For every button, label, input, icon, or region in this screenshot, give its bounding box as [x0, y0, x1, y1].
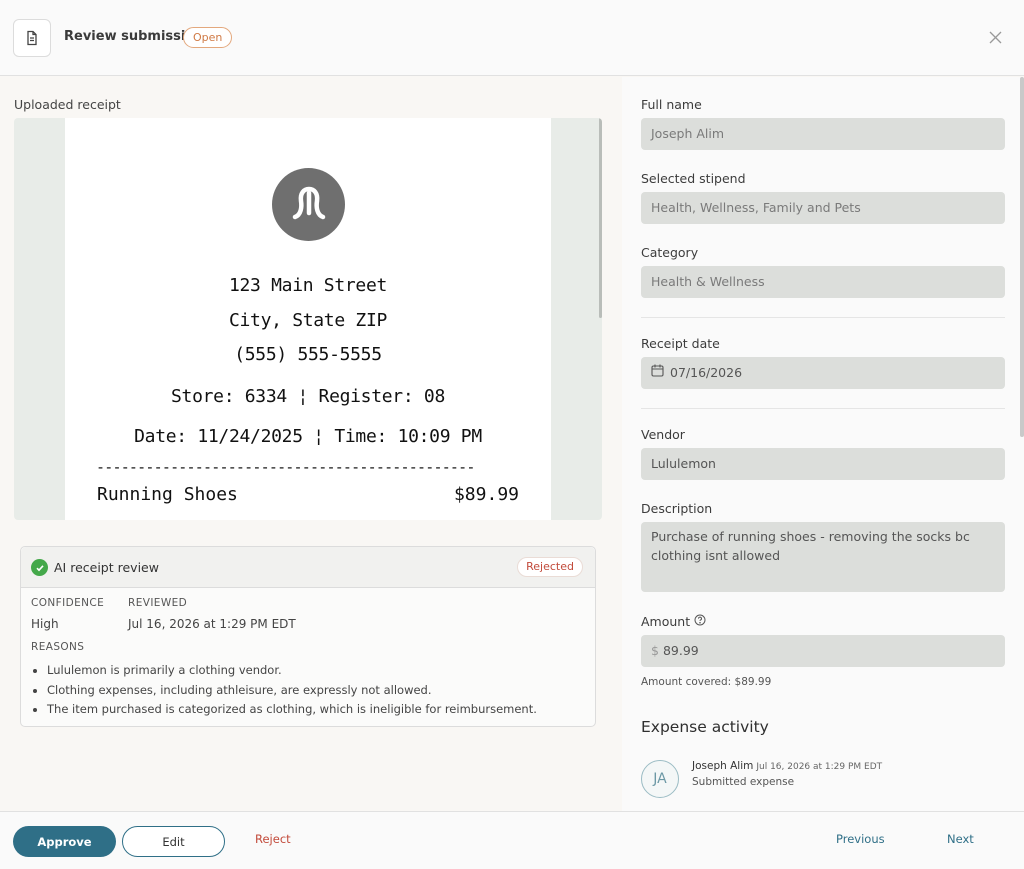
modal-header: Review submission Open: [0, 0, 1024, 76]
amount-covered: Amount covered: $89.99: [641, 676, 772, 688]
lululemon-logo-icon: [272, 168, 345, 241]
status-badge: Open: [183, 27, 233, 48]
reject-button[interactable]: Reject: [255, 832, 291, 846]
check-circle-icon: [31, 559, 48, 576]
receipt-item-price: $89.99: [453, 484, 519, 505]
document-icon: [13, 19, 51, 57]
activity-author-name: Joseph Alim: [692, 760, 754, 772]
confidence-value: High: [31, 617, 59, 631]
receipt-label: Uploaded receipt: [14, 97, 121, 112]
receipt-date-line: Date: 11/24/2025 ¦ Time: 10:09 PM: [134, 426, 482, 447]
receipt-date-label: Receipt date: [641, 336, 720, 351]
ai-review-title: AI receipt review: [54, 560, 159, 575]
activity-time: Jul 16, 2026 at 1:29 PM EDT: [756, 762, 883, 772]
amount-label: Amount: [641, 614, 706, 629]
full-name-field[interactable]: Joseph Alim: [641, 118, 1005, 150]
stipend-field[interactable]: Health, Wellness, Family and Pets: [641, 192, 1005, 224]
reason-item: Clothing expenses, including athleisure,…: [47, 681, 587, 701]
receipt-date-value: 07/16/2026: [670, 365, 743, 380]
activity-author: Joseph Alim Jul 16, 2026 at 1:29 PM EDT: [692, 760, 882, 772]
next-button[interactable]: Next: [947, 832, 974, 846]
divider: [641, 317, 1005, 318]
action-footer: Approve Edit Reject Previous Next: [0, 811, 1024, 869]
category-field[interactable]: Health & Wellness: [641, 266, 1005, 298]
details-panel: Full name Joseph Alim Selected stipend H…: [622, 77, 1024, 811]
confidence-label: CONFIDENCE: [31, 597, 105, 609]
avatar: JA: [641, 760, 679, 798]
receipt-store-line: Store: 6334 ¦ Register: 08: [171, 386, 445, 407]
approve-button[interactable]: Approve: [13, 826, 116, 857]
stipend-label: Selected stipend: [641, 171, 746, 186]
activity-action: Submitted expense: [692, 776, 795, 788]
help-circle-icon[interactable]: [694, 614, 706, 629]
vendor-label: Vendor: [641, 427, 685, 442]
reviewed-value: Jul 16, 2026 at 1:29 PM EDT: [128, 617, 296, 631]
receipt-address-line2: City, State ZIP: [228, 310, 388, 331]
ai-review-status-badge: Rejected: [517, 557, 583, 577]
amount-field[interactable]: $ 89.99: [641, 635, 1005, 667]
description-label: Description: [641, 501, 713, 516]
full-name-label: Full name: [641, 97, 702, 112]
description-field[interactable]: Purchase of running shoes - removing the…: [641, 522, 1005, 592]
close-icon[interactable]: [985, 27, 1005, 47]
amount-label-text: Amount: [641, 614, 691, 629]
activity-title: Expense activity: [641, 718, 769, 736]
receipt-phone: (555) 555-5555: [234, 344, 382, 365]
reasons-label: REASONS: [31, 641, 85, 653]
receipt-image: 123 Main Street City, State ZIP (555) 55…: [65, 118, 551, 520]
receipt-address-line1: 123 Main Street: [228, 275, 388, 296]
receipt-scrollbar[interactable]: [599, 118, 602, 318]
receipt-divider: ----------------------------------------…: [96, 458, 475, 476]
currency-symbol: $: [651, 643, 659, 658]
edit-button[interactable]: Edit: [122, 826, 225, 857]
calendar-icon: [651, 357, 664, 389]
previous-button[interactable]: Previous: [836, 832, 885, 846]
reason-item: Lululemon is primarily a clothing vendor…: [47, 661, 587, 681]
amount-value: 89.99: [662, 643, 699, 658]
receipt-item-name: Running Shoes: [97, 484, 238, 505]
receipt-date-field[interactable]: 07/16/2026: [641, 357, 1005, 389]
reason-item: The item purchased is categorized as clo…: [47, 700, 587, 720]
details-scrollbar[interactable]: [1020, 77, 1024, 437]
ai-review-card: AI receipt review Rejected CONFIDENCE RE…: [20, 546, 596, 727]
category-label: Category: [641, 245, 699, 260]
divider: [641, 408, 1005, 409]
reviewed-label: REVIEWED: [128, 597, 188, 609]
vendor-field[interactable]: Lululemon: [641, 448, 1005, 480]
ai-review-header: AI receipt review Rejected: [21, 547, 595, 588]
receipt-viewer[interactable]: 123 Main Street City, State ZIP (555) 55…: [14, 118, 602, 520]
reasons-list: Lululemon is primarily a clothing vendor…: [47, 661, 587, 720]
